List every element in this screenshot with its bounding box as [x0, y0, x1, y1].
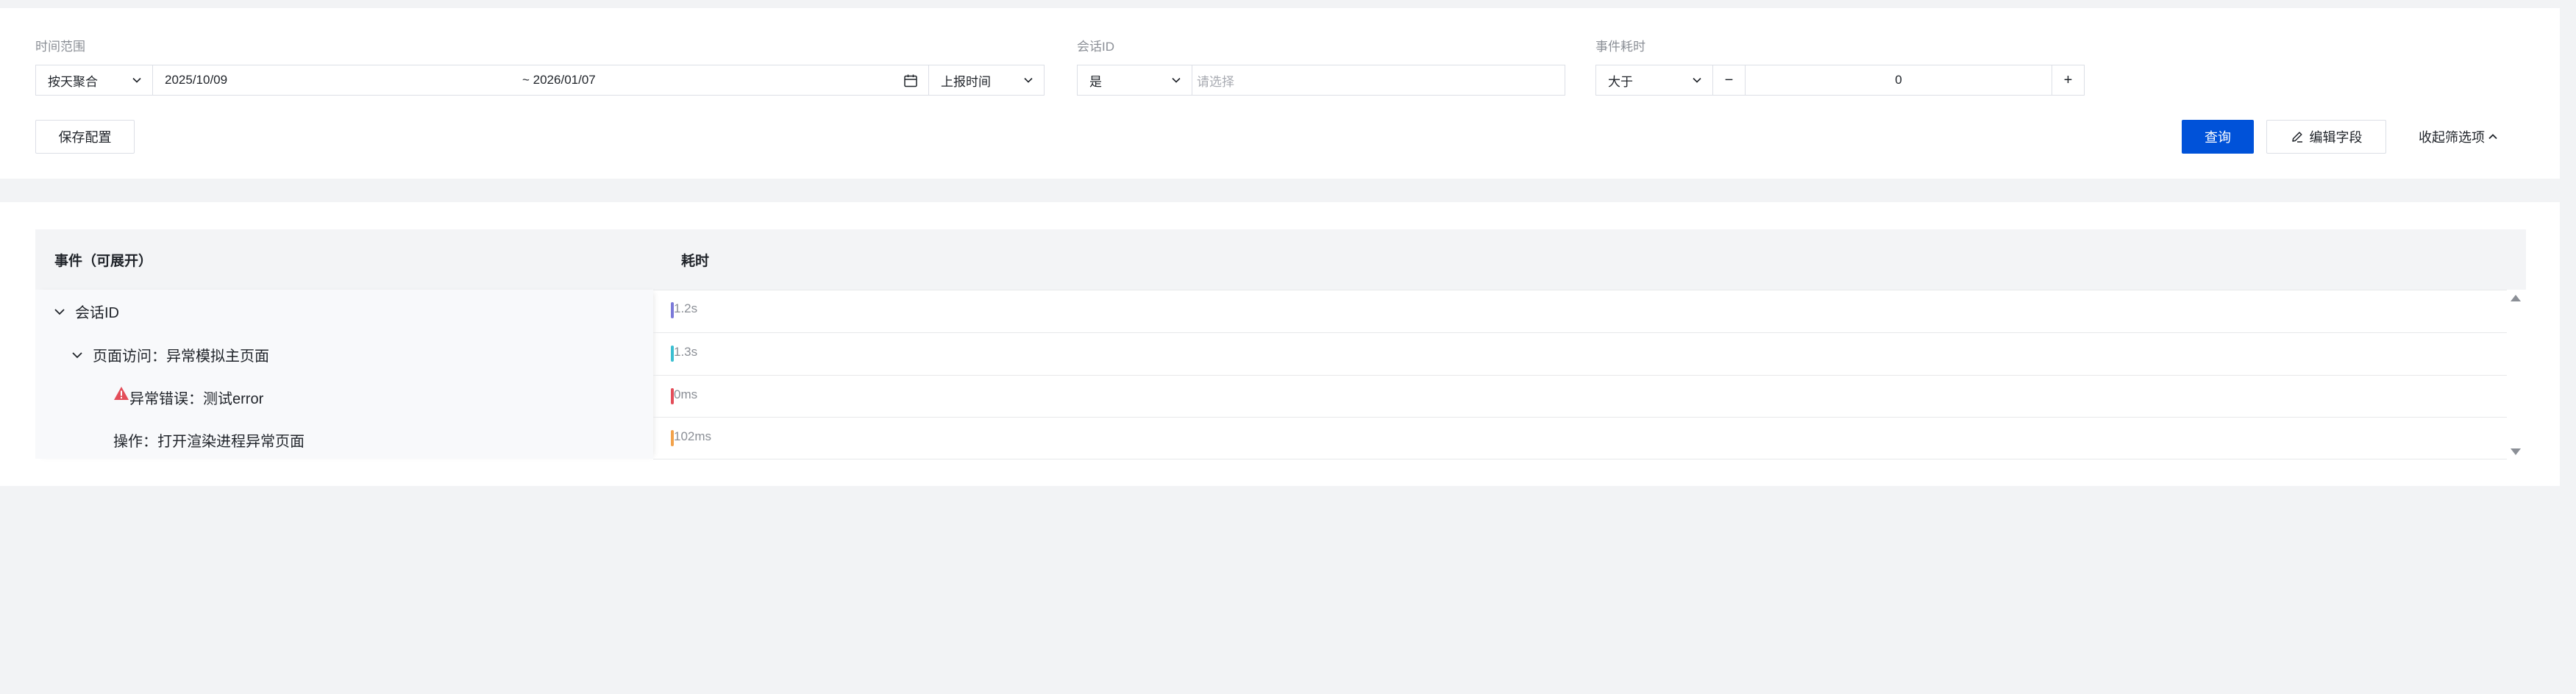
duration-operator-value: 大于 [1608, 74, 1633, 89]
warning-icon [114, 386, 129, 400]
collapse-filters-label: 收起筛选项 [2419, 130, 2485, 145]
time-range-label: 时间范围 [35, 40, 85, 54]
collapse-filters-button[interactable]: 收起筛选项 [2407, 120, 2510, 154]
tree-row-label: 操作：打开渲染进程异常页面 [113, 434, 305, 450]
duration-cell: 102ms [671, 429, 712, 446]
column-header-event: 事件（可展开） [54, 254, 153, 269]
tree-row-action[interactable]: 操作：打开渲染进程异常页面 [113, 429, 305, 451]
row-divider [653, 417, 2507, 418]
tree-row-error[interactable]: 异常错误：测试error [113, 386, 264, 408]
table-header: 事件（可展开） 耗时 [35, 229, 2526, 290]
chevron-up-icon [2488, 134, 2497, 140]
time-type-value: 上报时间 [941, 74, 991, 89]
calendar-icon[interactable] [903, 74, 918, 88]
query-button[interactable]: 查询 [2182, 120, 2254, 154]
chevron-down-icon[interactable] [53, 305, 66, 318]
duration-cell: 1.2s [671, 301, 698, 318]
session-id-placeholder: 请选择 [1197, 74, 1234, 89]
duration-operator-select[interactable]: 大于 [1595, 65, 1713, 96]
duration-value[interactable]: 0 [1746, 73, 2052, 87]
tree-row-page-visit[interactable]: 页面访问：异常模拟主页面 [71, 344, 269, 365]
duration-bar [671, 302, 674, 318]
edit-fields-label: 编辑字段 [2309, 130, 2363, 145]
scroll-down-icon[interactable] [2509, 447, 2522, 457]
time-type-select[interactable]: 上报时间 [928, 65, 1045, 96]
column-header-duration: 耗时 [681, 254, 710, 269]
duration-value: 102ms [674, 429, 712, 443]
increment-button[interactable]: + [2052, 65, 2084, 95]
date-range-picker[interactable]: 2025/10/09 ~ 2026/01/07 [152, 65, 929, 96]
edit-fields-button[interactable]: 编辑字段 [2266, 120, 2386, 154]
chevron-down-icon[interactable] [71, 348, 84, 362]
session-id-label: 会话ID [1077, 40, 1114, 54]
chevron-down-icon [1693, 77, 1701, 83]
duration-bar [671, 346, 674, 362]
save-config-button[interactable]: 保存配置 [35, 120, 135, 154]
session-operator-value: 是 [1089, 74, 1102, 89]
duration-bar [671, 430, 674, 446]
scroll-up-icon[interactable] [2509, 293, 2522, 303]
row-divider [653, 375, 2507, 376]
duration-value: 0ms [674, 387, 698, 401]
decrement-button[interactable]: − [1713, 65, 1746, 95]
duration-label: 事件耗时 [1595, 40, 1645, 54]
end-date: ~ 2026/01/07 [522, 73, 596, 87]
duration-stepper[interactable]: − 0 + [1712, 65, 2085, 96]
tree-row-label: 会话ID [75, 305, 119, 321]
aggregation-select[interactable]: 按天聚合 [35, 65, 153, 96]
chevron-down-icon [1172, 77, 1181, 83]
duration-cell: 0ms [671, 387, 698, 404]
start-date: 2025/10/09 [165, 73, 228, 87]
session-operator-select[interactable]: 是 [1077, 65, 1192, 96]
chevron-down-icon [1024, 77, 1033, 83]
tree-row-label: 异常错误：测试error [129, 391, 264, 407]
duration-value: 1.2s [674, 301, 698, 315]
edit-icon [2291, 132, 2302, 143]
aggregation-value: 按天聚合 [48, 74, 98, 89]
filter-panel: 时间范围 按天聚合 2025/10/09 ~ 2026/01/07 上报时间 会… [0, 8, 2560, 179]
row-divider [653, 332, 2507, 333]
duration-bar [671, 388, 674, 404]
duration-cell: 1.3s [671, 345, 698, 362]
tree-row-label: 页面访问：异常模拟主页面 [93, 348, 269, 365]
session-id-input[interactable]: 请选择 [1192, 65, 1565, 96]
tree-row-session[interactable]: 会话ID [53, 301, 119, 322]
duration-value: 1.3s [674, 345, 698, 359]
chevron-down-icon [132, 77, 141, 83]
